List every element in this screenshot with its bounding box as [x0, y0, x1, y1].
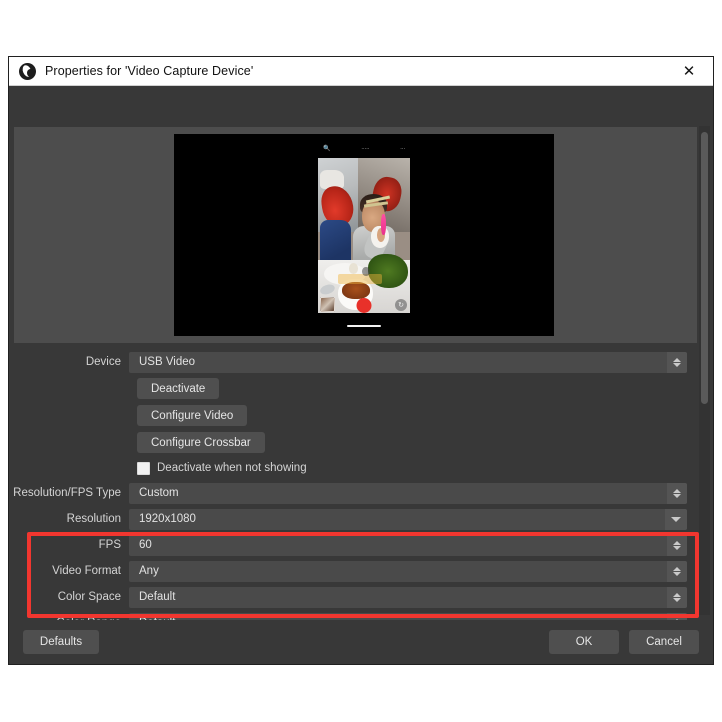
scrollbar-thumb[interactable]: [701, 132, 708, 404]
button-row-deactivate: Deactivate: [9, 375, 709, 402]
gallery-thumbnail-icon[interactable]: [320, 297, 335, 312]
close-icon[interactable]: ✕: [669, 58, 709, 85]
screen-root: Properties for 'Video Capture Device' ✕ …: [0, 0, 722, 722]
phone-screen-mirror: 🔍 ····· ··· ↻: [316, 138, 412, 332]
configure-crossbar-button[interactable]: Configure Crossbar: [137, 432, 265, 453]
color-range-field[interactable]: Default: [129, 612, 687, 620]
video-preview: 🔍 ····· ··· ↻: [174, 134, 554, 336]
dialog-body: 🔍 ····· ··· ↻ Device USB Video Deactivat…: [9, 86, 713, 620]
dialog-footer: Defaults OK Cancel: [9, 620, 713, 664]
fps-value: 60: [139, 539, 152, 551]
form-row-resolution-fps-type: Resolution/FPS Type Custom: [9, 480, 709, 506]
form-row-color-space: Color Space Default: [9, 584, 709, 610]
deactivate-when-not-showing-checkbox[interactable]: [137, 461, 150, 475]
fps-field[interactable]: 60: [129, 534, 687, 556]
form-row-video-format: Video Format Any: [9, 558, 709, 584]
form-row-color-range: Color Range Default: [9, 610, 709, 620]
fps-spinner[interactable]: [667, 534, 687, 556]
device-field[interactable]: USB Video: [129, 351, 687, 373]
chevron-down-icon[interactable]: [665, 508, 687, 530]
color-space-field[interactable]: Default: [129, 586, 687, 608]
color-space-value: Default: [139, 591, 176, 603]
video-format-label: Video Format: [52, 565, 121, 577]
resolution-value: 1920x1080: [139, 513, 196, 525]
dialog-title: Properties for 'Video Capture Device': [45, 64, 254, 78]
device-value: USB Video: [139, 356, 196, 368]
form-row-resolution: Resolution 1920x1080: [9, 506, 709, 532]
properties-form: Device USB Video Deactivate Configure Vi…: [9, 349, 709, 620]
search-icon: 🔍: [323, 146, 331, 152]
color-space-label: Color Space: [57, 591, 121, 603]
dialog-titlebar: Properties for 'Video Capture Device' ✕: [9, 57, 713, 86]
preview-panel: 🔍 ····· ··· ↻: [14, 127, 697, 343]
form-row-fps: FPS 60: [9, 532, 709, 558]
footer-action-group: OK Cancel: [549, 630, 699, 654]
resolution-fps-type-field[interactable]: Custom: [129, 482, 687, 504]
video-format-value: Any: [139, 565, 159, 577]
cancel-button[interactable]: Cancel: [629, 630, 699, 654]
phone-status-bar: 🔍 ····· ···: [316, 144, 412, 154]
vertical-scrollbar[interactable]: [699, 126, 710, 615]
home-indicator: [347, 325, 381, 327]
color-space-spinner[interactable]: [667, 586, 687, 608]
resolution-label: Resolution: [66, 513, 121, 525]
defaults-button[interactable]: Defaults: [23, 630, 99, 654]
record-button[interactable]: [356, 298, 372, 313]
button-row-configure-crossbar: Configure Crossbar: [9, 429, 709, 456]
deactivate-when-not-showing-label: Deactivate when not showing: [157, 462, 307, 474]
resolution-fps-type-label: Resolution/FPS Type: [13, 487, 121, 499]
video-format-field[interactable]: Any: [129, 560, 687, 582]
button-row-configure-video: Configure Video: [9, 402, 709, 429]
resolution-field[interactable]: 1920x1080: [129, 508, 687, 530]
camera-controls: ↻: [318, 293, 410, 313]
configure-video-button[interactable]: Configure Video: [137, 405, 248, 426]
resolution-fps-type-value: Custom: [139, 487, 179, 499]
resolution-fps-type-spinner[interactable]: [667, 482, 687, 504]
video-format-spinner[interactable]: [667, 560, 687, 582]
obs-logo-icon: [19, 62, 36, 80]
flip-camera-icon[interactable]: ↻: [395, 299, 407, 311]
deactivate-when-not-showing-row[interactable]: Deactivate when not showing: [9, 456, 709, 480]
properties-dialog: Properties for 'Video Capture Device' ✕ …: [8, 56, 714, 665]
phone-status-right: ···: [400, 146, 405, 152]
fps-label: FPS: [98, 539, 121, 551]
color-range-spinner[interactable]: [667, 612, 687, 620]
deactivate-button[interactable]: Deactivate: [137, 378, 220, 399]
phone-status-center: ·····: [361, 146, 370, 152]
device-spinner[interactable]: [667, 351, 687, 373]
ok-button[interactable]: OK: [549, 630, 619, 654]
form-row-device: Device USB Video: [9, 349, 709, 375]
camera-feed-image: [318, 158, 410, 313]
device-label: Device: [85, 356, 121, 368]
